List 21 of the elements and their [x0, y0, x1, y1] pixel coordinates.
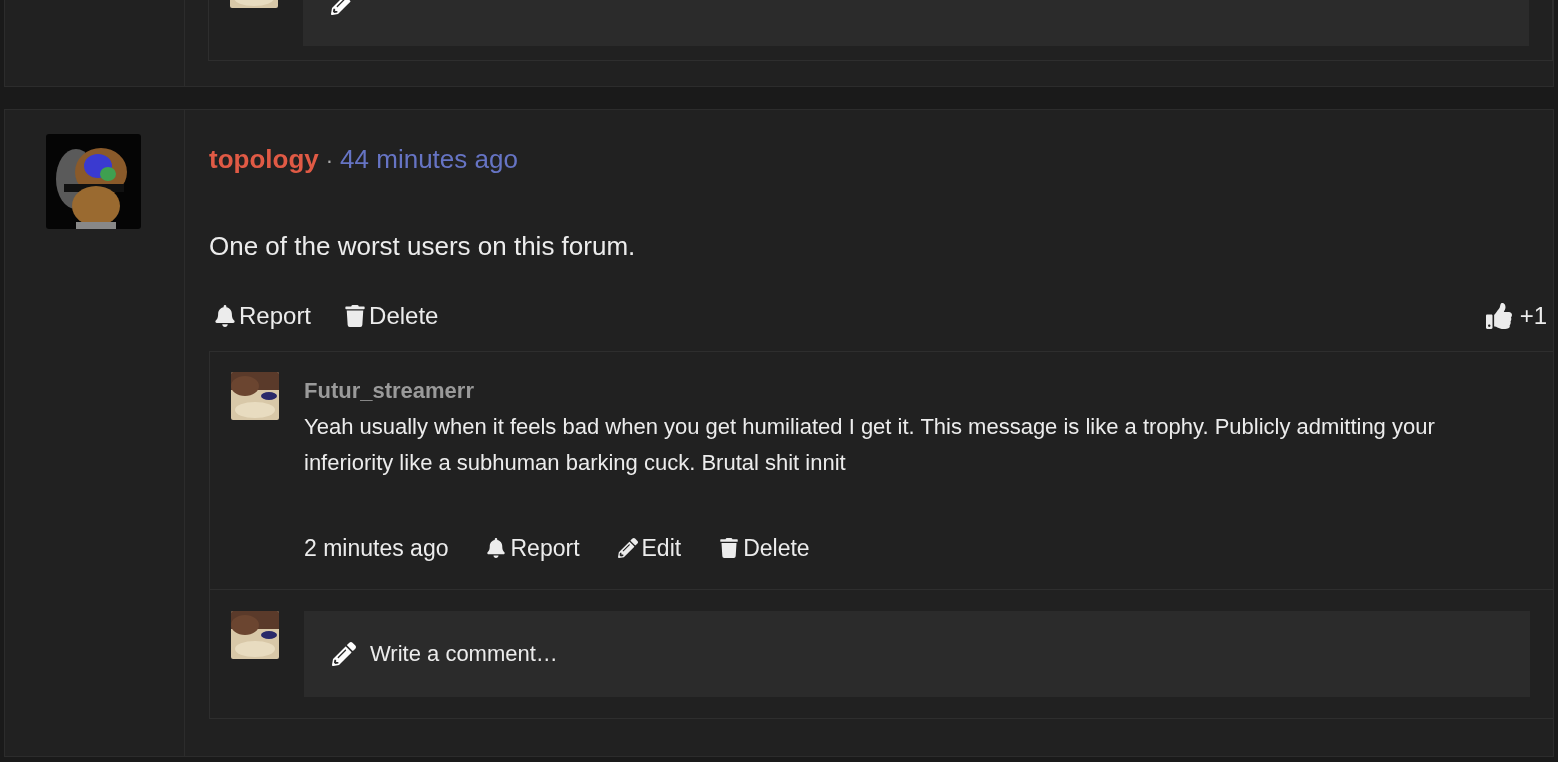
- reply-body: Yeah usually when it feels bad when you get humiliated I get it. This message is like a trophy. Publicly admitting your inferiority like a subhuman barking cuck. Brutal shit innit: [304, 413, 1436, 477]
- post-body: One of the worst users on this forum.: [209, 230, 637, 263]
- separator: ·: [325, 147, 334, 175]
- delete-button[interactable]: Delete: [345, 298, 439, 334]
- trash-icon: [719, 538, 740, 559]
- report-button[interactable]: Report: [215, 298, 312, 334]
- report-button[interactable]: Report: [486, 531, 580, 566]
- pencil-icon: [332, 641, 356, 666]
- pencil-icon: [617, 538, 638, 559]
- trash-icon: [345, 305, 366, 327]
- bell-icon: [215, 305, 235, 327]
- reply-time: 2 minutes ago: [304, 534, 449, 563]
- comment-field[interactable]: Write a comment…: [304, 610, 1530, 697]
- author-name[interactable]: topology: [209, 140, 319, 179]
- reply-author[interactable]: Futur_streamerr: [304, 373, 1443, 409]
- delete-button[interactable]: Delete: [719, 531, 810, 566]
- post-time[interactable]: 44 minutes ago: [340, 140, 518, 179]
- like-button[interactable]: +1: [1485, 298, 1547, 334]
- edit-button[interactable]: Edit: [617, 531, 682, 566]
- thumbs-up-icon: [1485, 303, 1512, 329]
- bell-icon: [486, 538, 507, 559]
